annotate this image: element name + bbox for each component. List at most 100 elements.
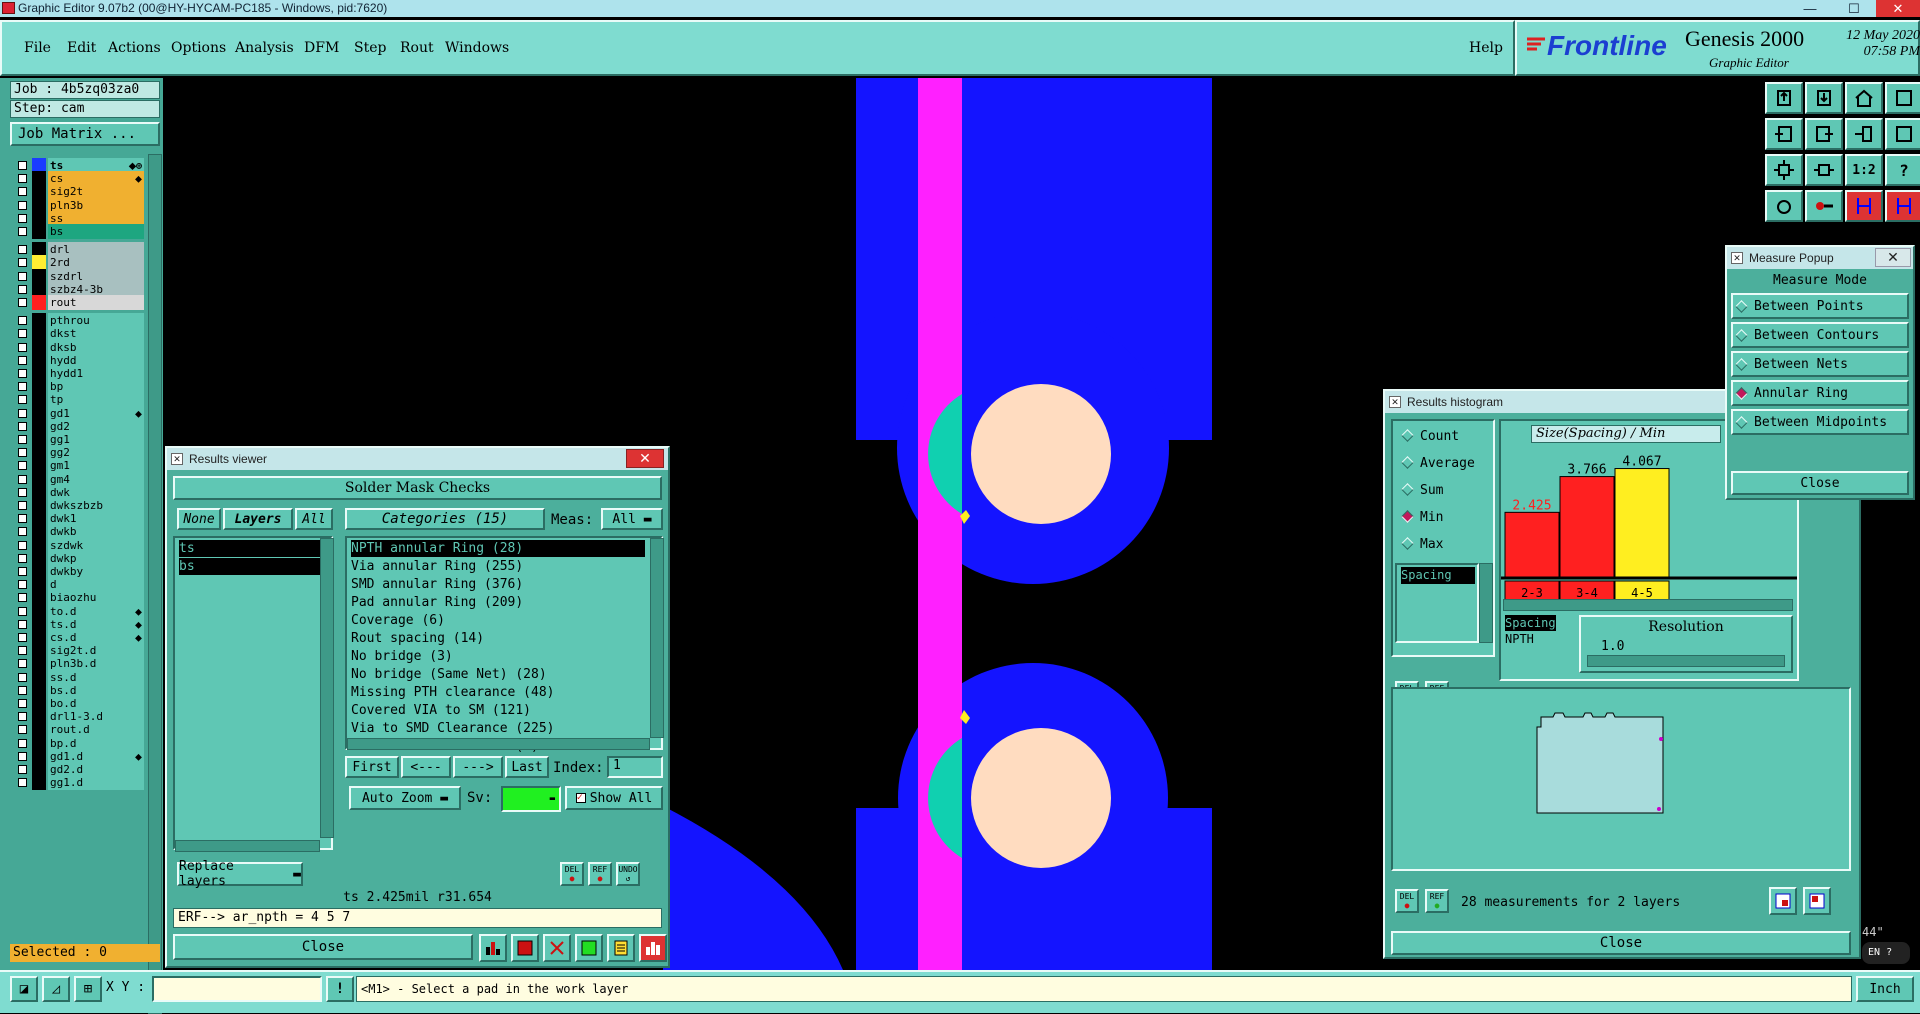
results-viewer-close-button[interactable]: Close [173, 934, 473, 960]
histogram-bar[interactable] [1559, 476, 1615, 578]
scale-1-2-icon[interactable]: 1:2 [1845, 154, 1883, 186]
layer-checkbox[interactable] [18, 316, 27, 326]
layer-checkbox[interactable] [18, 395, 27, 405]
replace-layers-select[interactable]: Replace layers ▬ [177, 859, 303, 889]
layer-checkbox[interactable] [18, 514, 27, 524]
layer-checkbox[interactable] [18, 487, 27, 497]
pan-left-icon[interactable] [1765, 118, 1803, 150]
layer-checkbox[interactable] [18, 258, 27, 268]
chart-icon[interactable] [479, 934, 507, 962]
histogram-close-button[interactable]: Close [1391, 931, 1851, 955]
ref-icon[interactable]: REF ● [588, 862, 612, 886]
close-window-button[interactable]: ✕ [1876, 0, 1920, 17]
stat-radio-min[interactable]: Min [1401, 510, 1443, 525]
layer-checkbox[interactable] [18, 245, 27, 255]
layer-checkbox[interactable] [18, 187, 27, 197]
layer-list-hscroll[interactable] [175, 840, 320, 852]
layer-checkbox[interactable] [18, 738, 27, 748]
layer-checkbox[interactable] [18, 619, 27, 629]
category-item[interactable]: Pad annular Ring (209) [351, 594, 523, 611]
layer-checkbox[interactable] [18, 200, 27, 210]
layer-checkbox[interactable] [18, 633, 27, 642]
undo-icon[interactable]: UNDO ↺ [616, 862, 640, 886]
window-icon[interactable] [1885, 118, 1920, 150]
histogram-hscroll[interactable] [1503, 599, 1793, 611]
measure-mode-between-points[interactable]: Between Points [1731, 293, 1909, 319]
layer-results-list[interactable]: ts bs [173, 536, 333, 850]
list-item[interactable]: Spacing [1401, 567, 1475, 584]
last-button[interactable]: Last [505, 756, 549, 778]
layers-all-button[interactable]: All [295, 508, 333, 530]
layer-checkbox[interactable] [18, 725, 27, 735]
xy-input[interactable] [152, 976, 322, 1002]
next-button[interactable]: ---> [453, 756, 503, 778]
measure-popup-close-button[interactable]: Close [1731, 471, 1909, 495]
categories-vscroll[interactable] [650, 538, 664, 738]
net-tool-icon[interactable] [1845, 190, 1883, 222]
layer-checkbox[interactable] [18, 567, 27, 576]
net-tool-2-icon[interactable] [1885, 190, 1920, 222]
stat-radio-count[interactable]: Count [1401, 429, 1459, 444]
category-item[interactable]: SMD annular Ring (376) [351, 576, 523, 593]
minimize-button[interactable]: — [1788, 0, 1832, 17]
info-icon[interactable]: ! [326, 976, 354, 1002]
layer-color-swatch[interactable] [32, 775, 46, 791]
histogram-bar[interactable] [1504, 511, 1560, 578]
layer-checkbox[interactable] [18, 213, 27, 223]
category-item[interactable]: Rout spacing (14) [351, 630, 484, 647]
categories-hscroll[interactable] [347, 738, 650, 750]
layer-checkbox[interactable] [18, 342, 27, 352]
show-all-checkbox[interactable]: ✓ Show All [565, 786, 663, 810]
layer-checkbox[interactable] [18, 227, 27, 236]
layers-button[interactable]: Layers [223, 508, 293, 530]
category-item[interactable]: Via annular Ring (255) [351, 558, 523, 575]
del-icon[interactable]: DEL ● [560, 862, 584, 886]
layer-checkbox[interactable] [18, 712, 27, 722]
menu-help[interactable]: Help [1469, 40, 1503, 56]
category-item[interactable]: No bridge (3) [351, 648, 453, 665]
histogram-bar[interactable] [1614, 468, 1670, 578]
resolution-slider[interactable] [1587, 655, 1785, 667]
layer-checkbox[interactable] [18, 161, 27, 170]
histogram-icon[interactable] [639, 934, 667, 962]
zoom-fit-icon[interactable] [1805, 154, 1843, 186]
category-item[interactable]: Coverage (6) [351, 612, 445, 629]
job-matrix-button[interactable]: Job Matrix ... [10, 122, 160, 146]
menu-actions[interactable]: Actions [108, 40, 161, 56]
help-icon[interactable]: ? [1885, 154, 1920, 186]
units-select[interactable]: Inch [1856, 976, 1914, 1002]
layer-name[interactable]: rout [48, 295, 144, 310]
resize-icon[interactable]: ◪ [10, 976, 38, 1002]
layer-name[interactable]: bs [48, 224, 144, 239]
layer-checkbox[interactable] [18, 408, 27, 418]
layer-checkbox[interactable] [18, 435, 27, 444]
layer-checkbox[interactable] [18, 174, 27, 184]
layer-checkbox[interactable] [18, 540, 27, 550]
menu-windows[interactable]: Windows [445, 40, 509, 56]
spacing-vscroll[interactable] [1479, 563, 1493, 643]
layer-checkbox[interactable] [18, 778, 27, 788]
layer-checkbox[interactable] [18, 284, 27, 294]
layer-checkbox[interactable] [18, 271, 27, 281]
layer-list-scrollbar[interactable] [148, 154, 162, 1014]
layer-name[interactable]: gg1.d [48, 775, 144, 791]
layer-checkbox[interactable] [18, 553, 27, 563]
home-down-icon[interactable] [1805, 82, 1843, 114]
layer-row[interactable]: gg1.d [14, 775, 144, 791]
layer-checkbox[interactable] [18, 659, 27, 669]
pad-tool-icon[interactable] [1805, 190, 1843, 222]
auto-zoom-select[interactable]: Auto Zoom ▬ [349, 786, 461, 810]
layer-checkbox[interactable] [18, 369, 27, 378]
fit-icon[interactable] [1765, 154, 1803, 186]
stat-radio-average[interactable]: Average [1401, 456, 1475, 471]
zoom-out-icon[interactable] [1803, 887, 1831, 915]
layers-none-button[interactable]: None [177, 508, 221, 530]
home-icon[interactable] [1845, 82, 1883, 114]
measure-popup-close-icon[interactable]: ✕ [1875, 248, 1911, 267]
layer-list-vscroll[interactable] [320, 538, 334, 838]
menu-step[interactable]: Step [354, 40, 386, 56]
layer-checkbox[interactable] [18, 448, 27, 458]
first-button[interactable]: First [345, 756, 399, 778]
panel-icon[interactable] [1885, 82, 1920, 114]
snapshot-icon[interactable] [1765, 190, 1803, 222]
